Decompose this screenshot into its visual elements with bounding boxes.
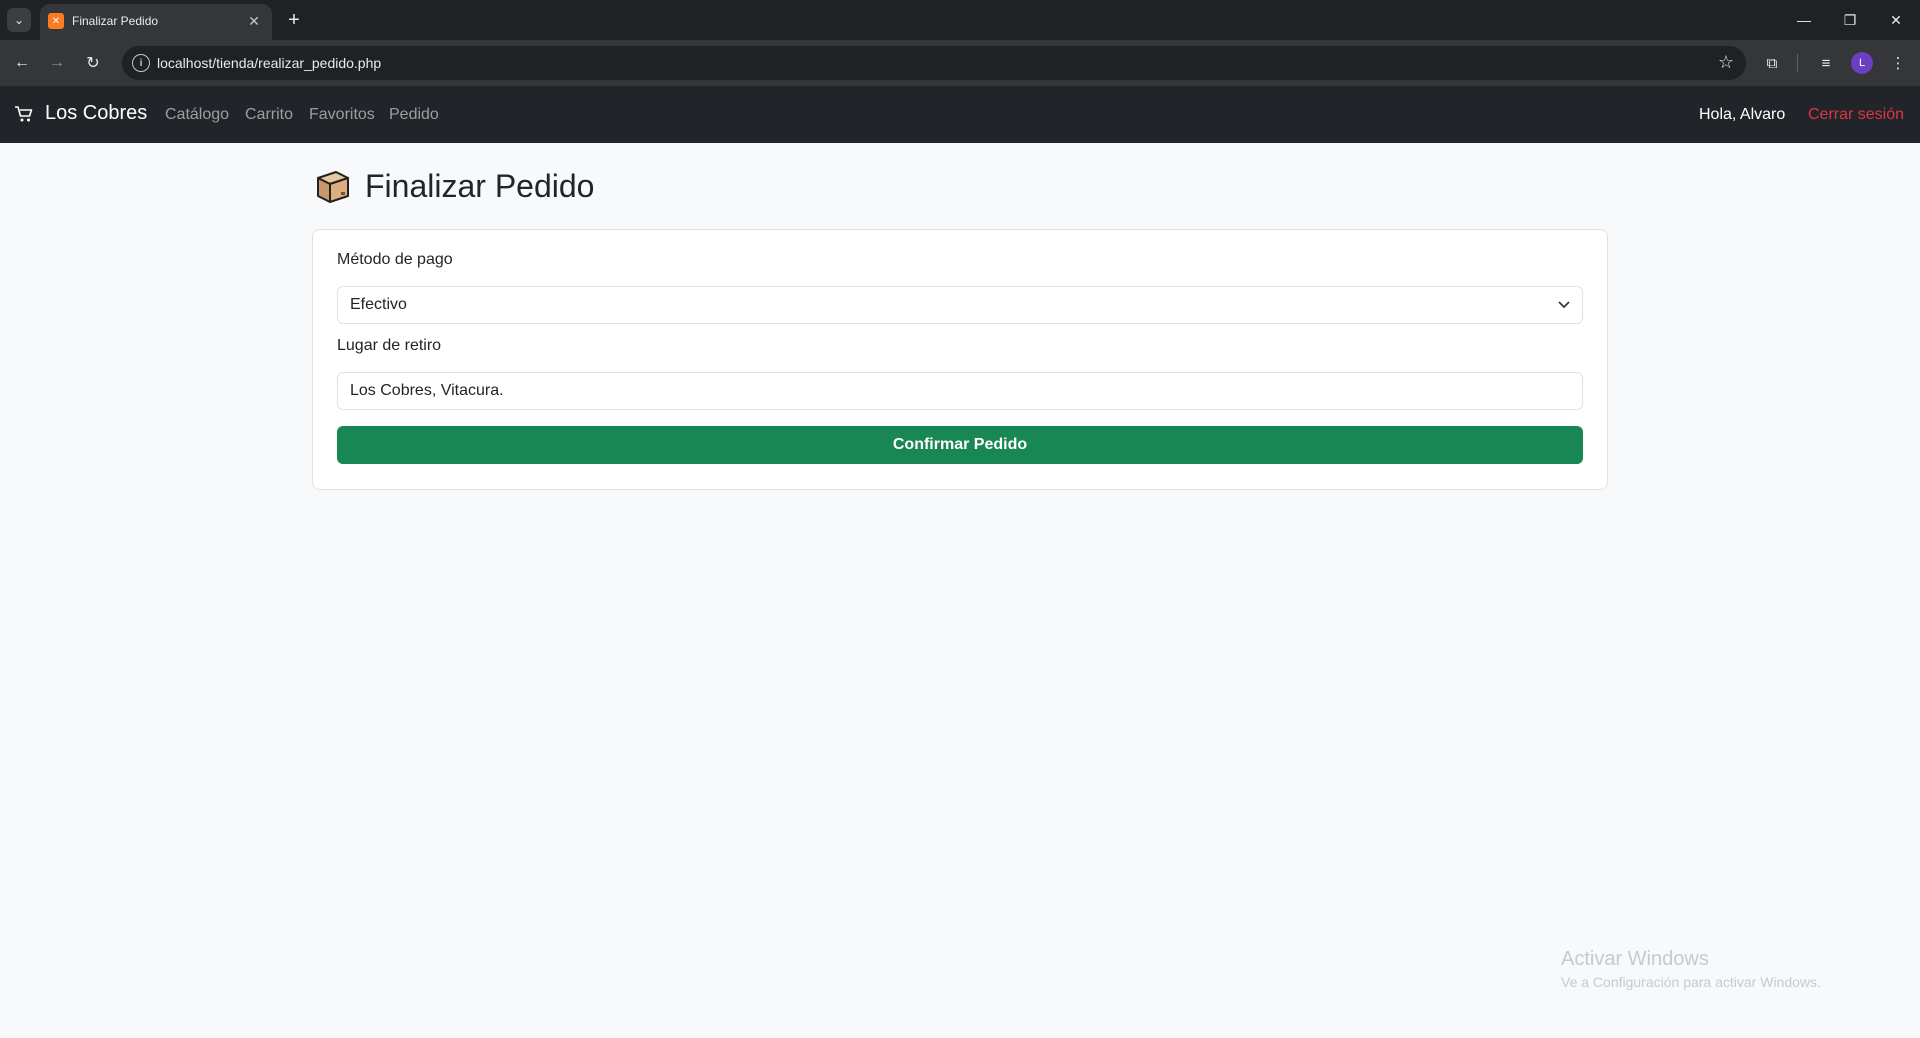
payment-method-value: Efectivo [350, 296, 407, 313]
bookmark-star-icon[interactable]: ☆ [1718, 52, 1734, 73]
shopping-cart-icon[interactable] [14, 104, 34, 124]
back-arrow-icon[interactable]: ← [8, 49, 36, 77]
address-url[interactable]: localhost/tienda/realizar_pedido.php [157, 55, 381, 71]
browser-menu-kebab-icon[interactable]: ⋮ [1886, 51, 1910, 75]
browser-tabstrip: ⌄ ✕ Finalizar Pedido ✕ + — ❐ ✕ [0, 0, 1920, 40]
pickup-place-label: Lugar de retiro [337, 337, 442, 354]
tab-title: Finalizar Pedido [72, 14, 159, 28]
browser-toolbar: ← → ↻ i localhost/tienda/realizar_pedido… [0, 40, 1920, 86]
windows-activation-subtitle: Ve a Configuración para activar Windows. [1561, 974, 1821, 990]
site-navbar: Los Cobres Catálogo Carrito Favoritos Pe… [0, 86, 1920, 143]
reload-icon[interactable]: ↻ [79, 49, 107, 77]
address-bar[interactable]: i localhost/tienda/realizar_pedido.php ☆ [122, 46, 1746, 80]
nav-link-carrito[interactable]: Carrito [245, 106, 293, 124]
payment-method-select[interactable]: Efectivo [337, 286, 1583, 324]
window-restore-icon[interactable]: ❐ [1827, 0, 1873, 40]
toolbar-divider [1797, 54, 1798, 72]
page-title: Finalizar Pedido [365, 168, 595, 204]
order-form-card: Método de pago Efectivo Lugar de retiro … [312, 229, 1608, 490]
user-greeting: Hola, Alvaro [1699, 106, 1786, 123]
media-queue-icon[interactable]: ≡ [1814, 51, 1838, 75]
browser-tab-active[interactable]: ✕ Finalizar Pedido ✕ [40, 4, 272, 40]
windows-activation-title: Activar Windows [1561, 948, 1709, 970]
chevron-down-icon [1558, 287, 1570, 337]
window-minimize-icon[interactable]: — [1781, 0, 1827, 40]
xampp-favicon-icon: ✕ [48, 13, 64, 29]
nav-link-pedido[interactable]: Pedido [389, 106, 439, 124]
forward-arrow-icon[interactable]: → [43, 49, 71, 77]
new-tab-plus-icon[interactable]: + [282, 8, 306, 32]
tab-search-chevron-icon[interactable]: ⌄ [7, 8, 31, 32]
payment-method-label: Método de pago [337, 251, 453, 268]
nav-link-catalogo[interactable]: Catálogo [165, 106, 229, 124]
pickup-place-input[interactable] [337, 372, 1583, 410]
confirm-order-button[interactable]: Confirmar Pedido [337, 426, 1583, 464]
package-box-icon [314, 168, 352, 206]
profile-avatar[interactable]: L [1851, 52, 1873, 74]
tab-close-icon[interactable]: ✕ [244, 11, 264, 31]
extensions-puzzle-icon[interactable]: ⧉ [1760, 51, 1784, 75]
logout-link[interactable]: Cerrar sesión [1808, 106, 1904, 124]
site-info-icon[interactable]: i [132, 54, 150, 72]
brand-name[interactable]: Los Cobres [45, 102, 147, 125]
window-close-icon[interactable]: ✕ [1873, 0, 1919, 40]
nav-link-favoritos[interactable]: Favoritos [309, 106, 375, 124]
